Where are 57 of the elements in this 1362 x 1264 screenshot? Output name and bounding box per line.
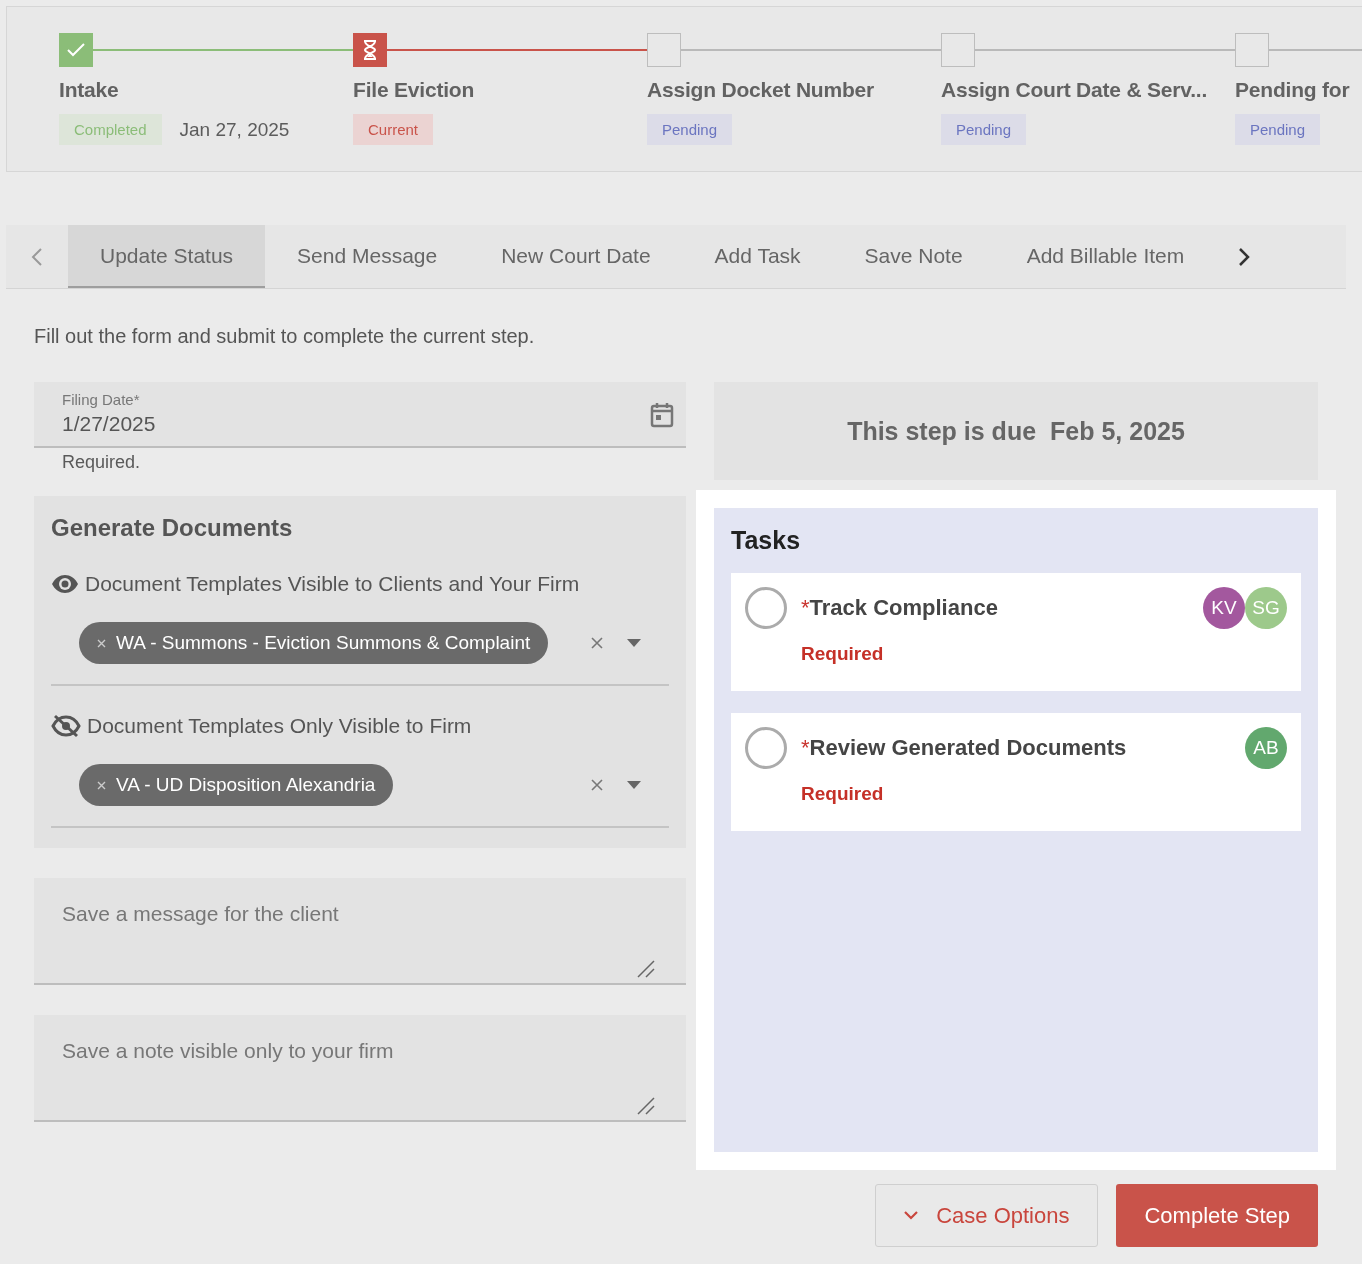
assignee-avatar: KV bbox=[1203, 587, 1245, 629]
assignee-avatar: SG bbox=[1245, 587, 1287, 629]
status-badge: Pending bbox=[1235, 114, 1321, 145]
tab[interactable]: New Court Date bbox=[469, 225, 683, 288]
eye-slash-icon bbox=[51, 714, 81, 738]
instructions-text: Fill out the form and submit to complete the current step. bbox=[34, 325, 536, 348]
calendar-icon[interactable] bbox=[650, 402, 674, 428]
message-textarea[interactable]: Save a message for the client bbox=[34, 878, 686, 985]
dropdown-caret-icon[interactable] bbox=[627, 781, 641, 789]
task-name: *Track Compliance bbox=[801, 595, 999, 621]
due-date: Feb 5, 2025 bbox=[1050, 416, 1185, 446]
task-status: Required bbox=[801, 643, 885, 665]
due-label: This step is due bbox=[847, 416, 1037, 446]
chevron-down-icon bbox=[904, 1211, 919, 1220]
section-title: Generate Documents bbox=[51, 514, 294, 542]
step-date: Jan 27, 2025 bbox=[179, 118, 290, 141]
remove-icon[interactable] bbox=[97, 638, 106, 648]
remove-icon[interactable] bbox=[97, 780, 106, 790]
hourglass-icon bbox=[363, 40, 377, 60]
tab[interactable]: Send Message bbox=[265, 225, 470, 288]
status-badge: Pending bbox=[941, 114, 1027, 145]
step-title: Assign Court Date & Serv... bbox=[941, 78, 1209, 102]
complete-step-button[interactable]: Complete Step bbox=[1116, 1184, 1318, 1247]
resize-grip-icon[interactable] bbox=[636, 959, 656, 979]
status-badge: Completed bbox=[59, 114, 162, 145]
checkmark-icon bbox=[67, 43, 85, 57]
tab[interactable]: Add Task bbox=[682, 225, 833, 288]
tab[interactable]: Update Status bbox=[68, 225, 266, 288]
tab[interactable]: Add Billable Item bbox=[994, 225, 1217, 288]
template-chip[interactable]: WA - Summons - Eviction Summons & Complaint bbox=[79, 622, 549, 664]
filing-date-field[interactable]: Filing Date* 1/27/2025 bbox=[34, 382, 686, 448]
template-chip[interactable]: VA - UD Disposition Alexandria bbox=[79, 764, 394, 806]
group-label: Document Templates Visible to Clients and Your Firm bbox=[85, 572, 580, 596]
step-title: Assign Docket Number bbox=[647, 78, 876, 102]
step-title: File Eviction bbox=[353, 78, 476, 102]
helper-text: Required. bbox=[62, 452, 142, 473]
task-checkbox[interactable] bbox=[745, 727, 787, 769]
step-title: Intake bbox=[59, 78, 120, 102]
task-checkbox[interactable] bbox=[745, 587, 787, 629]
case-options-button[interactable]: Case Options bbox=[875, 1184, 1099, 1247]
status-badge: Current bbox=[353, 114, 434, 145]
dropdown-caret-icon[interactable] bbox=[627, 639, 641, 647]
tasks-title: Tasks bbox=[731, 526, 802, 555]
clear-icon[interactable] bbox=[591, 637, 603, 649]
resize-grip-icon[interactable] bbox=[636, 1096, 656, 1116]
task-name: *Review Generated Documents bbox=[801, 735, 1128, 761]
eye-icon bbox=[51, 574, 79, 594]
assignee-avatar: AB bbox=[1245, 727, 1287, 769]
note-textarea[interactable]: Save a note visible only to your firm bbox=[34, 1015, 686, 1122]
clear-icon[interactable] bbox=[591, 779, 603, 791]
tab[interactable]: Save Note bbox=[832, 225, 995, 288]
status-badge: Pending bbox=[647, 114, 733, 145]
chevron-left-icon[interactable] bbox=[31, 246, 43, 267]
group-label: Document Templates Only Visible to Firm bbox=[87, 714, 472, 738]
chevron-right-icon[interactable] bbox=[1238, 246, 1251, 267]
step-title: Pending for bbox=[1235, 78, 1351, 102]
task-status: Required bbox=[801, 783, 885, 805]
